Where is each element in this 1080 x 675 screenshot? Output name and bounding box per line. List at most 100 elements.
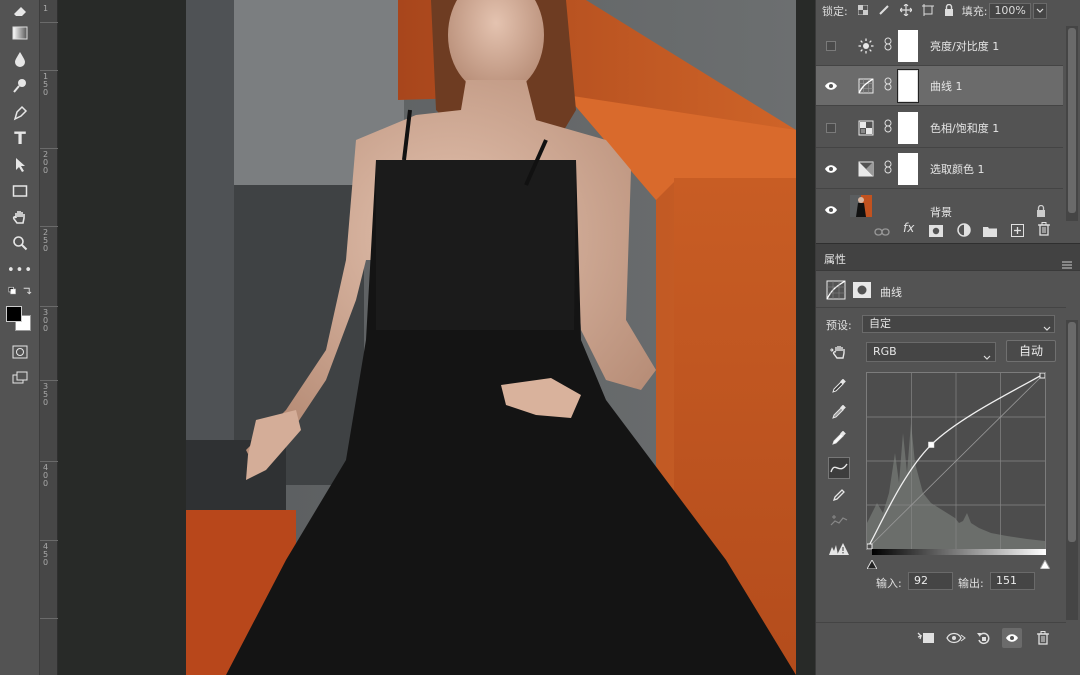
clipping-warning-icon[interactable] <box>828 538 850 560</box>
eye-icon[interactable] <box>824 162 838 176</box>
fill-value-field[interactable]: 100% <box>989 3 1031 19</box>
properties-panel-tab[interactable]: 属性 <box>816 243 1080 271</box>
curves-adjustment-icon <box>826 280 846 304</box>
layer-row-hue-saturation[interactable]: 色相/饱和度 1 <box>816 108 1063 148</box>
curve-control-point[interactable] <box>1039 372 1046 379</box>
type-tool-icon[interactable]: T <box>8 128 32 150</box>
on-image-adjustment-hand-icon[interactable] <box>828 341 850 363</box>
chevron-down-icon <box>1043 321 1051 337</box>
curves-graph-svg[interactable] <box>866 372 1046 550</box>
pen-tool-icon[interactable] <box>8 102 32 124</box>
draw-curve-pencil-icon[interactable] <box>828 484 850 506</box>
layers-lock-row: 锁定: 填充: 100% <box>816 0 1066 22</box>
foreground-color-swatch[interactable] <box>6 306 22 322</box>
layers-scrollbar[interactable] <box>1066 26 1078 221</box>
properties-tab-label[interactable]: 属性 <box>824 251 846 267</box>
mask-link-chain-icon[interactable] <box>884 119 892 136</box>
default-swap-colors-icon[interactable] <box>8 284 32 298</box>
layer-row-background[interactable]: 背景 <box>816 190 1063 220</box>
selective-color-icon <box>858 161 874 177</box>
layer-mask-thumbnail[interactable] <box>898 111 918 144</box>
channel-value: RGB <box>873 345 897 358</box>
layer-row-brightness-contrast[interactable]: 亮度/对比度 1 <box>816 26 1063 66</box>
layer-visibility-toggle[interactable] <box>826 40 836 51</box>
ruler-number: 4 5 0 <box>43 542 49 567</box>
channel-dropdown[interactable]: RGB <box>866 342 996 362</box>
new-adjustment-layer-icon[interactable] <box>957 222 971 241</box>
blur-tool-icon[interactable] <box>8 48 32 70</box>
mask-link-chain-icon[interactable] <box>884 77 892 94</box>
mask-link-chain-icon[interactable] <box>884 37 892 54</box>
ruler-number: 4 0 0 <box>43 463 49 488</box>
eye-icon[interactable] <box>824 203 838 217</box>
view-previous-state-icon[interactable] <box>946 628 966 648</box>
smooth-curve-icon[interactable] <box>828 510 850 532</box>
ruler-number: 3 0 0 <box>43 308 49 333</box>
layer-name[interactable]: 背景 <box>930 204 952 220</box>
output-value-field[interactable]: 151 <box>990 572 1035 590</box>
layer-mask-thumbnail[interactable] <box>897 68 919 103</box>
toggle-visibility-eye-icon[interactable] <box>1002 628 1022 648</box>
dodge-tool-icon[interactable] <box>8 75 32 97</box>
delete-layer-trash-icon[interactable] <box>1038 221 1050 240</box>
hand-tool-icon[interactable] <box>8 206 32 228</box>
add-mask-icon[interactable] <box>929 222 943 241</box>
curves-graph[interactable] <box>866 372 1046 550</box>
lock-position-move-icon[interactable] <box>899 3 913 19</box>
document-canvas-photo[interactable] <box>186 0 796 675</box>
white-point-slider-handle[interactable] <box>1039 554 1051 573</box>
ruler-number: 2 5 0 <box>43 228 49 253</box>
lock-artboard-icon[interactable] <box>921 3 934 19</box>
layer-row-selective-color[interactable]: 选取颜色 1 <box>816 149 1063 189</box>
layer-style-fx-icon[interactable]: fx <box>903 221 914 235</box>
properties-scrollbar[interactable] <box>1066 320 1078 620</box>
black-point-eyedropper-icon[interactable] <box>828 375 850 397</box>
curve-control-point[interactable] <box>928 441 935 448</box>
lock-all-icon[interactable] <box>944 3 954 19</box>
edit-points-curve-icon[interactable] <box>828 457 850 479</box>
mask-link-chain-icon[interactable] <box>884 160 892 177</box>
gray-point-eyedropper-icon[interactable] <box>828 401 850 423</box>
fill-label: 填充: <box>961 5 988 18</box>
lock-pixels-brush-icon[interactable] <box>878 4 890 19</box>
quick-mask-icon[interactable] <box>8 341 32 363</box>
input-label: 输入: <box>876 577 902 590</box>
layers-scrollbar-thumb[interactable] <box>1068 28 1076 213</box>
path-selection-tool-icon[interactable] <box>8 154 32 176</box>
white-point-eyedropper-icon[interactable] <box>828 427 850 449</box>
preset-dropdown[interactable]: 自定 <box>862 315 1055 333</box>
layer-visibility-toggle[interactable] <box>826 122 836 133</box>
eye-icon[interactable] <box>824 79 838 93</box>
layer-mask-thumbnail[interactable] <box>898 152 918 185</box>
screen-mode-icon[interactable] <box>8 367 32 389</box>
layer-name[interactable]: 亮度/对比度 1 <box>930 38 999 54</box>
clip-to-layer-icon[interactable] <box>916 628 936 648</box>
photo-thumbnail[interactable] <box>850 195 872 217</box>
fill-dropdown-chevron-icon[interactable] <box>1032 3 1047 19</box>
auto-button[interactable]: 自动 <box>1006 340 1056 362</box>
more-tools-icon[interactable]: ••• <box>7 259 32 281</box>
layer-row-curves[interactable]: 曲线 1 <box>816 66 1063 106</box>
input-value-field[interactable]: 92 <box>908 572 953 590</box>
layer-name[interactable]: 选取颜色 1 <box>930 161 985 177</box>
zoom-tool-icon[interactable] <box>8 232 32 254</box>
eraser-tool-icon[interactable] <box>8 0 32 22</box>
properties-scrollbar-thumb[interactable] <box>1068 322 1076 542</box>
panel-menu-icon[interactable] <box>1062 254 1072 273</box>
lock-transparent-icon[interactable] <box>857 4 869 18</box>
link-layers-icon[interactable] <box>874 223 890 242</box>
black-point-slider-handle[interactable] <box>866 554 878 573</box>
mask-properties-icon[interactable] <box>852 281 872 303</box>
gradient-tool-icon[interactable] <box>8 22 32 44</box>
new-group-folder-icon[interactable] <box>983 222 997 241</box>
rectangle-tool-icon[interactable] <box>8 180 32 202</box>
layer-name[interactable]: 曲线 1 <box>930 78 963 94</box>
preset-value: 自定 <box>869 317 891 330</box>
reset-icon[interactable] <box>974 628 994 648</box>
layer-name[interactable]: 色相/饱和度 1 <box>930 120 999 136</box>
layer-mask-thumbnail[interactable] <box>898 29 918 62</box>
new-layer-icon[interactable] <box>1011 222 1024 241</box>
preset-label: 预设: <box>826 319 852 332</box>
delete-adjustment-trash-icon[interactable] <box>1033 628 1053 648</box>
adjustment-name: 曲线 <box>880 286 902 299</box>
